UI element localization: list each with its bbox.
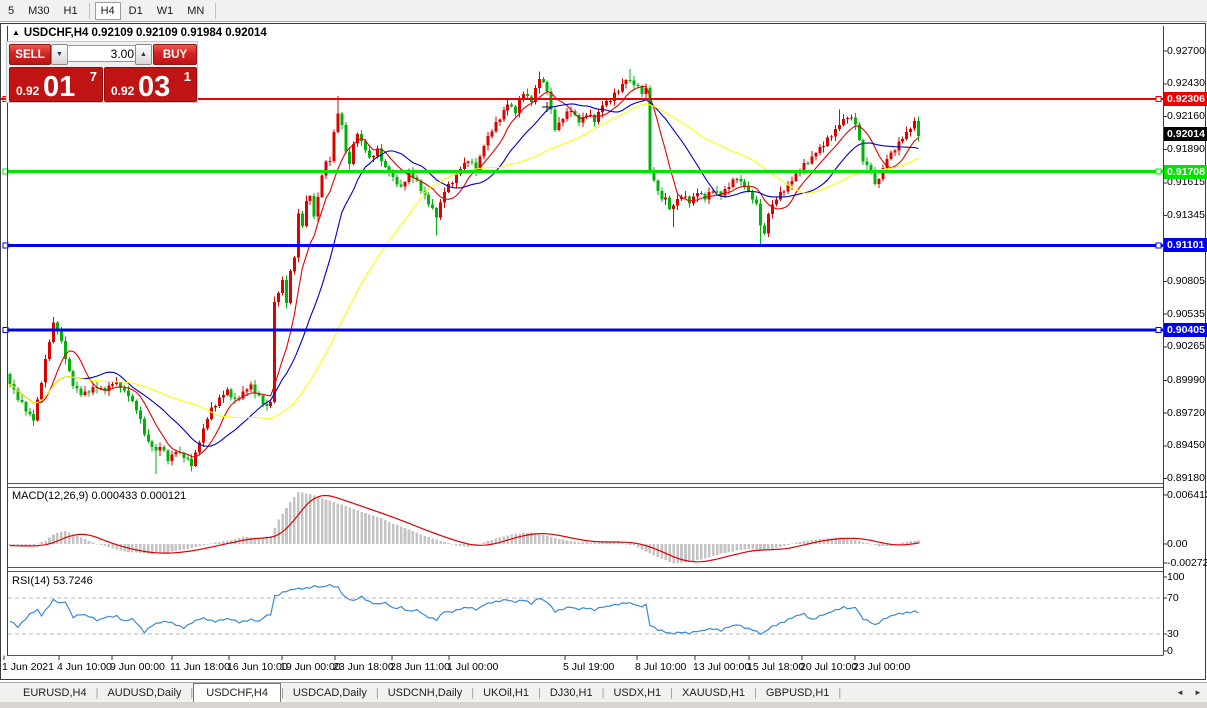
rsi-axis-tick: 30 bbox=[1167, 628, 1179, 641]
volume-decrease-button[interactable]: ▼ bbox=[51, 44, 68, 65]
ma-line bbox=[10, 100, 919, 447]
line-handle bbox=[1156, 327, 1161, 332]
price-axis-tick: 0.92430 bbox=[1167, 77, 1205, 90]
rsi-axis-tick: 100 bbox=[1167, 571, 1185, 584]
tab-scroll-right-icon[interactable]: ► bbox=[1194, 688, 1202, 697]
price-axis-tick: 0.89180 bbox=[1167, 472, 1205, 485]
rsi-axis-tick: 0 bbox=[1167, 645, 1173, 658]
macd-label: MACD(12,26,9) 0.000433 0.000121 bbox=[12, 490, 186, 502]
ohlc-close: 0.92014 bbox=[225, 27, 267, 39]
buy-button[interactable]: BUY bbox=[153, 44, 197, 65]
buy-price-prefix: 0.92 bbox=[111, 84, 134, 98]
ma-line bbox=[10, 86, 919, 457]
price-axis-tick: 0.89450 bbox=[1167, 439, 1205, 452]
sell-price-sup: 7 bbox=[90, 69, 97, 84]
symbol-label: USDCHF,H4 bbox=[24, 27, 89, 39]
collapse-icon[interactable]: ▲ bbox=[12, 28, 20, 37]
volume-increase-button[interactable]: ▲ bbox=[135, 44, 152, 65]
sell-price-big: 01 bbox=[43, 71, 75, 104]
chart-title: ▲USDCHF,H40.921090.921090.919840.92014 bbox=[12, 27, 270, 39]
price-axis-tick: 0.90805 bbox=[1167, 275, 1205, 288]
rsi-label: RSI(14) 53.7246 bbox=[12, 575, 93, 587]
price-axis-tick: 0.90265 bbox=[1167, 340, 1205, 353]
buy-price-big: 03 bbox=[138, 71, 170, 104]
window-frame bbox=[1, 24, 1206, 680]
price-axis-tick: 0.91890 bbox=[1167, 143, 1205, 156]
line-handle bbox=[1156, 96, 1161, 101]
level-price-tag: 0.91708 bbox=[1164, 165, 1207, 179]
tab-scroll-left-icon[interactable]: ◄ bbox=[1176, 688, 1184, 697]
line-handle bbox=[1156, 169, 1161, 174]
ohlc-low: 0.91984 bbox=[181, 27, 223, 39]
buy-price-box[interactable]: 0.92 03 1 bbox=[104, 67, 197, 102]
buy-price-sup: 1 bbox=[184, 69, 191, 84]
price-axis-tick: 0.90535 bbox=[1167, 308, 1205, 321]
sell-button[interactable]: SELL bbox=[9, 44, 51, 65]
candles-layer bbox=[9, 69, 921, 474]
price-axis-tick: 0.89720 bbox=[1167, 407, 1205, 420]
macd-axis-tick: -0.002726 bbox=[1167, 557, 1207, 570]
price-axis-tick: 0.92700 bbox=[1167, 45, 1205, 58]
sell-price-prefix: 0.92 bbox=[16, 84, 39, 98]
volume-input[interactable] bbox=[67, 45, 139, 62]
rsi-line bbox=[10, 584, 919, 634]
macd-axis-tick: 0.006413 bbox=[1167, 489, 1207, 502]
level-price-tag: 0.92306 bbox=[1164, 92, 1207, 106]
ohlc-high: 0.92109 bbox=[136, 27, 178, 39]
current-price-tag: 0.92014 bbox=[1164, 127, 1207, 141]
one-click-trading-panel: SELL ▼ ▲ BUY 0.92 01 7 0.92 03 1 bbox=[6, 41, 198, 103]
rsi-axis-tick: 70 bbox=[1167, 592, 1179, 605]
ma-line bbox=[10, 104, 919, 419]
line-handle bbox=[1156, 243, 1161, 248]
price-axis-tick: 0.91345 bbox=[1167, 209, 1205, 222]
sell-price-box[interactable]: 0.92 01 7 bbox=[9, 67, 103, 102]
chart-canvas[interactable] bbox=[0, 0, 1207, 708]
price-axis-tick: 0.92160 bbox=[1167, 110, 1205, 123]
price-axis-tick: 0.89990 bbox=[1167, 374, 1205, 387]
macd-signal-line bbox=[10, 496, 919, 562]
macd-axis-tick: 0.00 bbox=[1167, 538, 1187, 551]
macd-layer bbox=[9, 492, 920, 563]
ohlc-open: 0.92109 bbox=[91, 27, 133, 39]
level-price-tag: 0.90405 bbox=[1164, 323, 1207, 337]
level-price-tag: 0.91101 bbox=[1164, 238, 1207, 252]
